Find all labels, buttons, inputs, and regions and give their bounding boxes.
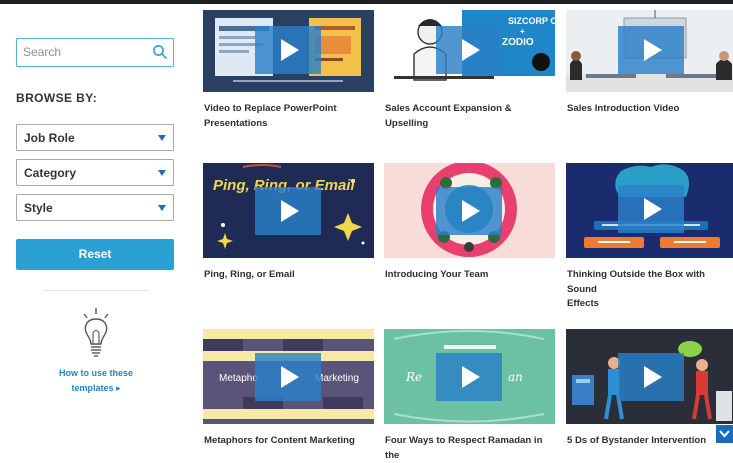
play-icon (644, 39, 662, 61)
video-thumbnail[interactable]: Metapho Marketing (203, 329, 374, 424)
search-icon[interactable] (152, 44, 168, 60)
template-title[interactable]: Sales Account Expansion & Upselling (385, 102, 555, 131)
howto-line-1: How to use these (58, 368, 133, 378)
template-title-line1: Thinking Outside the Box with Sound (567, 269, 706, 295)
play-button[interactable] (255, 353, 321, 401)
play-button[interactable] (436, 26, 502, 74)
video-thumbnail[interactable]: Ping, Ring, or Email (203, 163, 374, 258)
category-label: Category (24, 166, 77, 180)
sidebar-divider (42, 290, 150, 291)
template-title[interactable]: Ping, Ring, or Email (204, 268, 374, 283)
template-title-line1: Four Ways to Respect Ramadan in the (385, 435, 543, 461)
style-label: Style (24, 201, 53, 215)
browse-by-heading: BROWSE BY: (16, 91, 98, 105)
play-button[interactable] (255, 187, 321, 235)
play-button[interactable] (618, 185, 684, 233)
template-title-line2: Effects (567, 298, 599, 309)
job-role-select[interactable]: Job Role (16, 124, 174, 151)
template-title[interactable]: Thinking Outside the Box with Sound Effe… (567, 268, 733, 312)
reset-button[interactable]: Reset (16, 239, 174, 270)
ramadan-left-text: Re (405, 370, 422, 384)
search-input[interactable] (23, 43, 147, 61)
template-title[interactable]: Introducing Your Team (385, 268, 555, 283)
play-icon (644, 198, 662, 220)
template-title[interactable]: Sales Introduction Video (567, 102, 733, 117)
template-title-line1: Metaphors for Content Marketing (204, 435, 355, 446)
play-icon (462, 200, 480, 222)
plus-text: + (520, 27, 525, 36)
job-role-label: Job Role (24, 131, 75, 145)
template-title-line1: Introducing Your Team (385, 269, 489, 280)
chevron-down-glyph (719, 430, 730, 438)
chevron-down-icon (158, 135, 166, 141)
play-button[interactable] (618, 26, 684, 74)
metaphor-left-text: Metapho (219, 373, 258, 384)
corp-name-text: SIZCORP CO. (508, 16, 555, 26)
video-thumbnail[interactable]: SIZCORP CO. + ZODIO (384, 10, 555, 92)
play-button[interactable] (255, 26, 321, 74)
play-button[interactable] (618, 353, 684, 401)
play-icon (462, 39, 480, 61)
template-title-line1: 5 Ds of Bystander Intervention (567, 435, 707, 446)
howto-line-2: templates ▸ (71, 383, 121, 393)
template-title[interactable]: Metaphors for Content Marketing (204, 434, 374, 449)
how-to-use-templates-link[interactable]: How to use these templates ▸ (50, 366, 142, 396)
chevron-down-icon (158, 205, 166, 211)
style-select[interactable]: Style (16, 194, 174, 221)
play-icon (462, 366, 480, 388)
metaphor-right-text: Marketing (315, 373, 359, 384)
video-thumbnail[interactable] (566, 329, 733, 424)
template-title[interactable]: Four Ways to Respect Ramadan in the (385, 434, 555, 463)
category-select[interactable]: Category (16, 159, 174, 186)
play-icon (281, 366, 299, 388)
play-button[interactable] (436, 353, 502, 401)
template-title-line1: Sales Account Expansion & Upselling (385, 103, 512, 129)
video-thumbnail[interactable] (566, 10, 733, 92)
video-thumbnail[interactable] (203, 10, 374, 92)
chevron-down-icon (158, 170, 166, 176)
lightbulb-icon (83, 308, 109, 357)
play-icon (281, 39, 299, 61)
zodio-text: ZODIO (502, 37, 534, 48)
template-grid: Video to Replace PowerPoint Presentation… (202, 0, 733, 461)
filter-sidebar: BROWSE BY: Job Role Category Style Reset… (0, 4, 190, 443)
template-title-line1: Ping, Ring, or Email (204, 269, 295, 280)
play-button[interactable] (436, 187, 502, 235)
template-title[interactable]: Video to Replace PowerPoint Presentation… (204, 102, 374, 131)
search-box[interactable] (16, 38, 174, 67)
template-title[interactable]: 5 Ds of Bystander Intervention (567, 434, 733, 449)
video-thumbnail[interactable] (566, 163, 733, 258)
video-thumbnail[interactable] (384, 163, 555, 258)
template-title-line1: Video to Replace PowerPoint (204, 103, 337, 114)
play-icon (281, 200, 299, 222)
chevron-down-icon[interactable] (716, 425, 733, 443)
template-title-line1: Sales Introduction Video (567, 103, 680, 114)
template-title-line2: Presentations (204, 117, 268, 129)
ramadan-right-text: an (508, 370, 523, 384)
play-icon (644, 366, 662, 388)
video-thumbnail[interactable]: Re an (384, 329, 555, 424)
